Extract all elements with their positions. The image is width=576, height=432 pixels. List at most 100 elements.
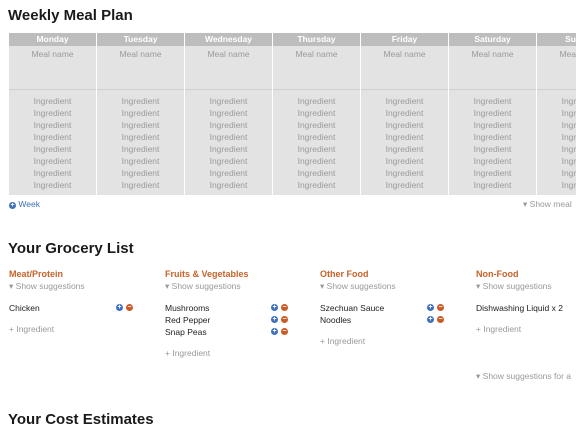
ingredient-input[interactable]: Ingredient [9, 119, 96, 131]
day-column: SundayMeal nameIngredientIngredientIngre… [537, 33, 576, 195]
day-column: Tuesday Meal name Ingredient Ingredient Ingr… [97, 33, 185, 195]
ingredient-input[interactable]: Ingredient [97, 131, 184, 143]
ingredient-input[interactable]: Ingredient [9, 143, 96, 155]
remove-item-icon[interactable]: − [437, 304, 444, 311]
ingredient-input[interactable]: Ingredient [9, 107, 96, 119]
remove-item-icon[interactable]: − [437, 316, 444, 323]
ingredient-input[interactable]: Ingredient [361, 119, 448, 131]
ingredient-input[interactable]: Ingredient [9, 155, 96, 167]
ingredient-input[interactable]: Ingredient [97, 143, 184, 155]
remove-item-icon[interactable]: − [126, 304, 133, 311]
ingredient-input[interactable]: Ingredient [449, 95, 536, 107]
ingredient-input[interactable]: Ingredient [185, 119, 272, 131]
show-suggestions-toggle[interactable]: ▾ Show suggestions [476, 281, 552, 292]
ingredient-input[interactable]: Ingredient [273, 179, 360, 191]
ingredient-input[interactable]: Ingredient [273, 167, 360, 179]
ingredient-input[interactable]: Ingredient [97, 119, 184, 131]
day-column: Monday Meal name Ingredient Ingredient Ingre… [9, 33, 97, 195]
ingredient-input[interactable]: Ingredient [449, 131, 536, 143]
remove-item-icon[interactable]: − [281, 304, 288, 311]
ingredient-input[interactable]: Ingredient [273, 107, 360, 119]
increase-quantity-icon[interactable]: + [116, 304, 123, 311]
ingredient-input[interactable]: Ingredient [449, 107, 536, 119]
meal-plan-title: Weekly Meal Plan [8, 7, 133, 24]
ingredient-input[interactable]: Ingredient [361, 131, 448, 143]
ingredient-input[interactable]: Ingredient [97, 95, 184, 107]
grocery-item: Snap Peas [165, 327, 207, 337]
add-week-button[interactable]: + Week [9, 199, 40, 209]
increase-quantity-icon[interactable]: + [427, 316, 434, 323]
ingredient-input[interactable]: Ingredient [537, 131, 576, 143]
ingredient-input[interactable]: Ingredient [537, 107, 576, 119]
day-header: Tuesday [97, 33, 184, 46]
increase-quantity-icon[interactable]: + [271, 304, 278, 311]
ingredient-input[interactable]: Ingredient [273, 143, 360, 155]
meal-name-input[interactable]: Meal name [185, 46, 272, 90]
ingredient-input[interactable]: Ingredient [97, 155, 184, 167]
meal-name-input[interactable]: Meal name [449, 46, 536, 90]
ingredient-input[interactable]: Ingredient [273, 131, 360, 143]
meal-plan-table: Monday Meal name Ingredient Ingredient Ingre… [9, 33, 576, 195]
increase-quantity-icon[interactable]: + [271, 316, 278, 323]
ingredient-input[interactable]: Ingredient [361, 167, 448, 179]
ingredient-input[interactable]: Ingredient [273, 119, 360, 131]
show-meal-toggle[interactable]: ▾ Show meal [523, 199, 572, 210]
ingredient-input[interactable]: Ingredient [97, 179, 184, 191]
increase-quantity-icon[interactable]: + [271, 328, 278, 335]
add-ingredient-button[interactable]: + Ingredient [476, 324, 521, 334]
remove-item-icon[interactable]: − [281, 316, 288, 323]
ingredient-input[interactable]: Ingredient [9, 167, 96, 179]
ingredient-input[interactable]: Ingredient [449, 155, 536, 167]
meal-name-input[interactable]: Meal name [273, 46, 360, 90]
ingredient-input[interactable]: Ingredient [185, 107, 272, 119]
grocery-item: Mushrooms [165, 303, 210, 313]
ingredient-input[interactable]: Ingredient [537, 95, 576, 107]
ingredient-input[interactable]: Ingredient [361, 95, 448, 107]
ingredient-input[interactable]: Ingredient [97, 167, 184, 179]
grocery-item: Red Pepper [165, 315, 211, 325]
ingredient-input[interactable]: Ingredient [361, 107, 448, 119]
add-ingredient-button[interactable]: + Ingredient [165, 348, 210, 358]
add-ingredient-button[interactable]: + Ingredient [9, 324, 54, 334]
ingredient-input[interactable]: Ingredient [449, 119, 536, 131]
ingredient-input[interactable]: Ingredient [361, 155, 448, 167]
day-column: Friday Meal name Ingredient Ingredient Ingre… [361, 33, 449, 195]
ingredient-input[interactable]: Ingredient [537, 179, 576, 191]
meal-name-input[interactable]: Meal name [361, 46, 448, 90]
ingredient-input[interactable]: Ingredient [185, 179, 272, 191]
grocery-item: Szechuan Sauce [320, 303, 385, 313]
ingredient-input[interactable]: Ingredient [185, 143, 272, 155]
meal-name-input[interactable]: Meal name [537, 46, 576, 90]
ingredient-input[interactable]: Ingredient [9, 131, 96, 143]
ingredient-input[interactable]: Ingredient [361, 143, 448, 155]
show-suggestions-all-toggle[interactable]: ▾ Show suggestions for a [476, 371, 571, 382]
ingredient-input[interactable]: Ingredient [185, 131, 272, 143]
remove-item-icon[interactable]: − [281, 328, 288, 335]
ingredient-input[interactable]: Ingredient [185, 95, 272, 107]
ingredient-input[interactable]: Ingredient [537, 119, 576, 131]
ingredient-input[interactable]: Ingredient [97, 107, 184, 119]
show-suggestions-toggle[interactable]: ▾ Show suggestions [320, 281, 396, 292]
day-header: Monday [9, 33, 96, 46]
show-suggestions-toggle[interactable]: ▾ Show suggestions [165, 281, 241, 292]
ingredient-input[interactable]: Ingredient [9, 179, 96, 191]
ingredient-input[interactable]: Ingredient [537, 143, 576, 155]
ingredient-input[interactable]: Ingredient [537, 155, 576, 167]
ingredient-input[interactable]: Ingredient [185, 155, 272, 167]
ingredient-input[interactable]: Ingredient [449, 143, 536, 155]
show-suggestions-toggle[interactable]: ▾ Show suggestions [9, 281, 85, 292]
ingredient-input[interactable]: Ingredient [273, 95, 360, 107]
ingredient-input[interactable]: Ingredient [449, 179, 536, 191]
add-ingredient-button[interactable]: + Ingredient [320, 336, 365, 346]
increase-quantity-icon[interactable]: + [427, 304, 434, 311]
ingredient-input[interactable]: Ingredient [537, 167, 576, 179]
triangle-down-icon: ▾ [9, 281, 14, 291]
meal-name-input[interactable]: Meal name [9, 46, 96, 90]
grocery-item: Chicken [9, 303, 40, 313]
ingredient-input[interactable]: Ingredient [449, 167, 536, 179]
ingredient-input[interactable]: Ingredient [273, 155, 360, 167]
ingredient-input[interactable]: Ingredient [185, 167, 272, 179]
ingredient-input[interactable]: Ingredient [361, 179, 448, 191]
ingredient-input[interactable]: Ingredient [9, 95, 96, 107]
meal-name-input[interactable]: Meal name [97, 46, 184, 90]
